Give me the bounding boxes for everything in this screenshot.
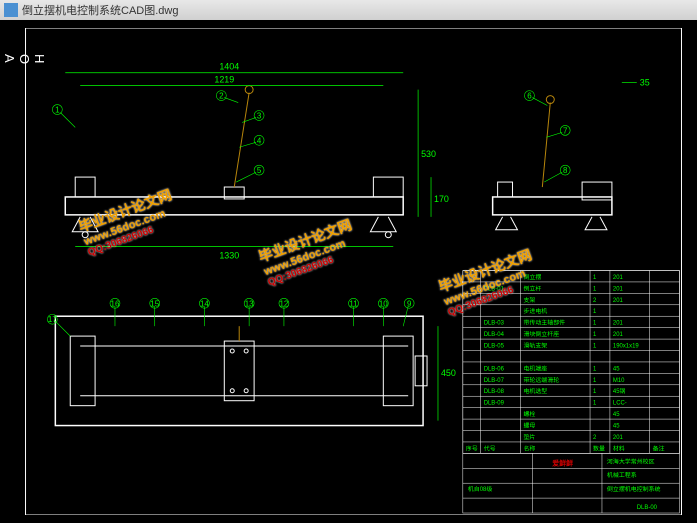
svg-text:1: 1 xyxy=(593,378,597,384)
svg-text:1: 1 xyxy=(593,344,597,350)
window-title: 倒立摆机电控制系统CAD图.dwg xyxy=(22,2,178,18)
svg-text:滑块倒立杆座: 滑块倒立杆座 xyxy=(523,330,559,338)
svg-text:垫片: 垫片 xyxy=(523,433,535,441)
svg-text:倒立杆: 倒立杆 xyxy=(523,284,541,292)
svg-text:5: 5 xyxy=(257,166,262,175)
svg-text:45: 45 xyxy=(613,412,620,418)
svg-text:机自08级: 机自08级 xyxy=(468,485,493,493)
svg-text:支架: 支架 xyxy=(523,296,535,304)
svg-text:2: 2 xyxy=(593,435,597,441)
svg-text:170: 170 xyxy=(434,194,449,204)
svg-text:1: 1 xyxy=(593,309,597,315)
svg-text:201: 201 xyxy=(613,298,624,304)
svg-text:DLB-05: DLB-05 xyxy=(484,344,505,350)
svg-text:DLB-04: DLB-04 xyxy=(484,332,505,338)
svg-text:201: 201 xyxy=(613,332,624,338)
svg-text:201: 201 xyxy=(613,275,624,281)
svg-text:代号: 代号 xyxy=(484,444,496,452)
svg-text:机械工程系: 机械工程系 xyxy=(607,471,637,479)
svg-text:2: 2 xyxy=(219,92,224,101)
svg-text:滑轨支架: 滑轨支架 xyxy=(523,342,547,350)
svg-text:450: 450 xyxy=(441,368,456,378)
svg-text:M10: M10 xyxy=(613,378,625,384)
svg-text:9: 9 xyxy=(407,299,412,308)
svg-text:1: 1 xyxy=(593,275,597,281)
svg-text:步进电机: 步进电机 xyxy=(523,307,547,315)
svg-text:35: 35 xyxy=(640,78,650,88)
svg-text:201: 201 xyxy=(613,321,624,327)
drawing-area: 1404 1219 1330 530 170 1 2 3 xyxy=(18,28,689,515)
svg-text:DLB-09: DLB-09 xyxy=(484,401,505,407)
svg-text:LCC-: LCC- xyxy=(613,401,627,407)
svg-text:带轮远端滑轮: 带轮远端滑轮 xyxy=(523,376,559,384)
svg-text:4: 4 xyxy=(257,136,262,145)
svg-text:1: 1 xyxy=(593,321,597,327)
svg-text:201: 201 xyxy=(613,286,624,292)
svg-text:1: 1 xyxy=(593,332,597,338)
titlebar[interactable]: 倒立摆机电控制系统CAD图.dwg xyxy=(0,0,697,20)
svg-text:6: 6 xyxy=(527,92,532,101)
svg-text:14: 14 xyxy=(200,299,209,308)
plan-view: 450 9 10 11 12 13 14 15 xyxy=(47,298,456,425)
svg-text:45: 45 xyxy=(613,366,620,372)
svg-text:电机端座: 电机端座 xyxy=(523,364,547,372)
side-view: 35 6 7 8 xyxy=(493,78,650,230)
svg-text:8: 8 xyxy=(563,166,568,175)
svg-text:530: 530 xyxy=(421,149,436,159)
svg-text:190x1x19: 190x1x19 xyxy=(613,344,640,350)
svg-text:3: 3 xyxy=(257,111,262,120)
svg-text:11: 11 xyxy=(349,299,358,308)
svg-text:10: 10 xyxy=(379,299,388,308)
svg-text:爱鲜鲜: 爱鲜鲜 xyxy=(552,458,573,467)
svg-text:备注: 备注 xyxy=(653,444,665,452)
svg-text:1: 1 xyxy=(593,286,597,292)
svg-text:1: 1 xyxy=(55,105,60,114)
svg-text:1: 1 xyxy=(593,401,597,407)
title-block: 爱鲜鲜 河海大学常州校区 机械工程系 倒立摆机电控制系统 DLB-00 机自08… xyxy=(463,453,680,513)
svg-text:DLB-01: DLB-01 xyxy=(484,286,505,292)
cad-window: 倒立摆机电控制系统CAD图.dwg A O H xyxy=(0,0,697,523)
svg-text:16: 16 xyxy=(111,299,120,308)
svg-text:倒立摆: 倒立摆 xyxy=(523,273,541,281)
bom-table: 序号代号 名称 数量材料 备注 垫片 2 201 螺母 45 螺栓 45 DLB-09 1 LCC- DLB… xyxy=(463,271,680,454)
svg-text:1330: 1330 xyxy=(219,251,239,261)
svg-text:2: 2 xyxy=(593,298,597,304)
svg-text:15: 15 xyxy=(150,299,159,308)
svg-text:45: 45 xyxy=(613,424,620,430)
app-icon xyxy=(4,3,18,17)
svg-text:倒立摆机电控制系统: 倒立摆机电控制系统 xyxy=(607,485,661,493)
drawing-canvas[interactable]: A O H xyxy=(0,20,697,523)
svg-text:螺母: 螺母 xyxy=(523,422,535,430)
svg-text:1: 1 xyxy=(593,389,597,395)
svg-text:河海大学常州校区: 河海大学常州校区 xyxy=(607,457,655,465)
svg-text:带传动主轴部件: 带传动主轴部件 xyxy=(523,319,565,327)
svg-text:DLB-08: DLB-08 xyxy=(484,389,505,395)
svg-text:DLB-06: DLB-06 xyxy=(484,366,505,372)
svg-text:电机选型: 电机选型 xyxy=(523,387,547,395)
svg-text:数量: 数量 xyxy=(593,444,605,452)
svg-text:45钢: 45钢 xyxy=(613,387,626,395)
svg-text:201: 201 xyxy=(613,435,624,441)
front-view: 1404 1219 1330 530 170 1 2 3 xyxy=(52,62,449,261)
svg-text:DLB-03: DLB-03 xyxy=(484,321,505,327)
svg-text:1404: 1404 xyxy=(219,62,239,72)
svg-text:7: 7 xyxy=(563,126,568,135)
svg-text:1219: 1219 xyxy=(214,75,234,85)
svg-text:DLB-00: DLB-00 xyxy=(637,505,658,511)
svg-text:材料: 材料 xyxy=(613,444,625,452)
svg-text:DLB-07: DLB-07 xyxy=(484,378,505,384)
svg-text:17: 17 xyxy=(48,315,57,324)
svg-text:名称: 名称 xyxy=(523,444,535,452)
svg-text:序号: 序号 xyxy=(466,444,478,452)
svg-text:1: 1 xyxy=(593,366,597,372)
drawing-svg: 1404 1219 1330 530 170 1 2 3 xyxy=(18,28,689,515)
svg-text:12: 12 xyxy=(280,299,289,308)
svg-text:螺栓: 螺栓 xyxy=(523,410,535,418)
svg-text:13: 13 xyxy=(245,299,254,308)
